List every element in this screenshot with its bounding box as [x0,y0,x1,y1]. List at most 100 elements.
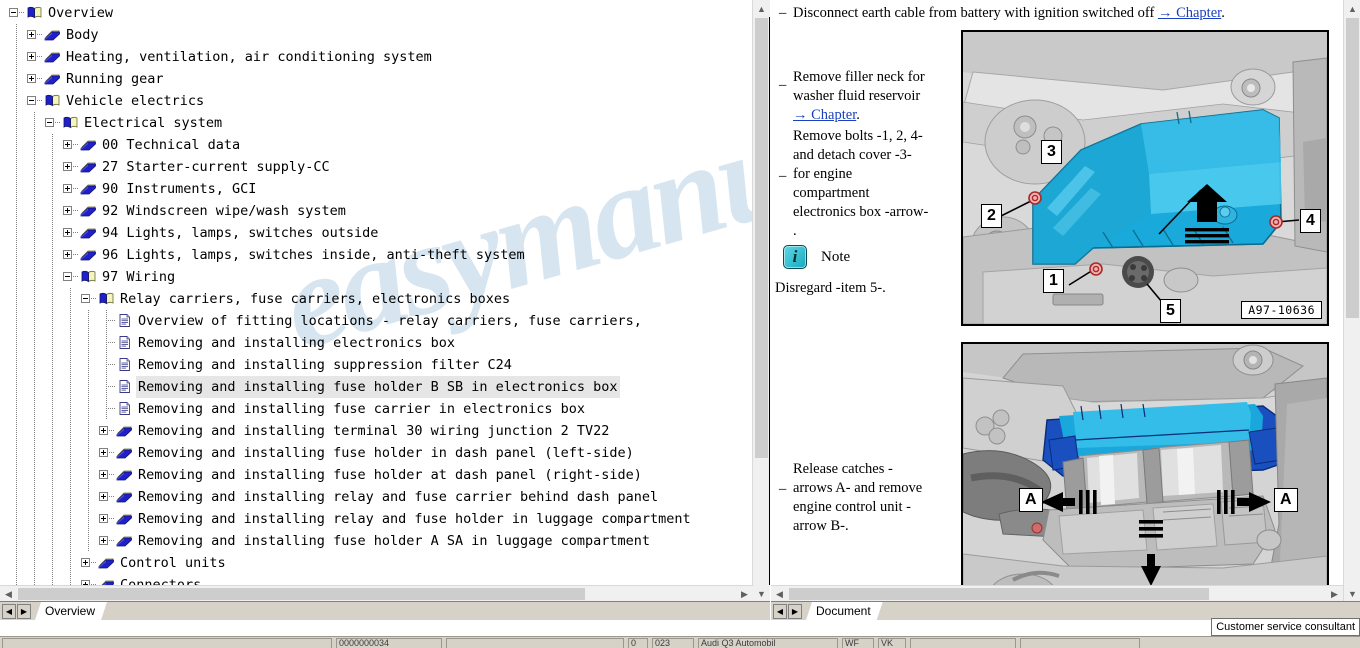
tree-item[interactable]: 94 Lights, lamps, switches outside [0,222,753,244]
tree-item[interactable]: Removing and installing relay and fuse h… [0,508,753,530]
step-2-text-after: . [856,107,860,123]
tree-toggle-collapse[interactable] [44,112,62,134]
tree-guide-line [8,464,26,486]
doc-hscroll-thumb[interactable] [789,588,1209,600]
tree-guide-line [26,442,44,464]
tree-guide-line [8,134,26,156]
tree-item-label: Removing and installing fuse carrier in … [138,401,586,417]
doc-scroll-left-icon[interactable]: ◀ [771,586,788,602]
tree-item[interactable]: Removing and installing terminal 30 wiri… [0,420,753,442]
tree-item[interactable]: Removing and installing fuse holder at d… [0,464,753,486]
tree-item[interactable]: Removing and installing relay and fuse c… [0,486,753,508]
document-horizontal-scrollbar[interactable]: ◀ ▶ [771,585,1343,602]
tree-list[interactable]: Overview Body Heating, ventilation, air co… [0,2,753,602]
tree-item-label: Removing and installing suppression filt… [138,357,512,373]
tree-guide-line [80,486,98,508]
tree-toggle-expand[interactable] [62,178,80,200]
tree-viewport[interactable]: easymanuals.co.uk Overview Body Heating, v… [0,0,753,602]
tree-horizontal-scrollbar[interactable]: ◀ ▶ [0,585,753,602]
doc-scroll-right-icon[interactable]: ▶ [1326,586,1343,602]
tree-item[interactable]: 96 Lights, lamps, switches inside, anti-… [0,244,753,266]
tree-toggle-collapse[interactable] [8,2,26,24]
tree-item[interactable]: 90 Instruments, GCI [0,178,753,200]
tree-item[interactable]: Heating, ventilation, air conditioning s… [0,46,753,68]
document-tab-nav[interactable]: ◀ ▶ [771,603,803,619]
doc-tab-next-icon[interactable]: ▶ [788,603,802,619]
tree-toggle-expand[interactable] [98,442,116,464]
tree-toggle-expand[interactable] [62,200,80,222]
tree-item[interactable]: Removing and installing electronics box [0,332,753,354]
tree-toggle-expand[interactable] [98,464,116,486]
tree-item[interactable]: Removing and installing suppression filt… [0,354,753,376]
tree-guide-line [44,222,62,244]
figure-engine-control-unit[interactable]: A A B A97-10638 [961,342,1329,602]
figure-engine-bay-cover[interactable]: 1 2 3 4 5 A97-10636 [961,30,1329,326]
tree-item[interactable]: Overview of fitting locations - relay ca… [0,310,753,332]
tree-item[interactable]: Overview [0,2,753,24]
doc-scroll-down-icon[interactable]: ▼ [1344,585,1360,602]
status-cell-0 [2,638,332,648]
tree-toggle-expand[interactable] [80,552,98,574]
doc-scroll-up-icon[interactable]: ▲ [1344,0,1360,17]
chapter-link-1[interactable]: → Chapter [1158,5,1221,21]
tree-hscroll-thumb[interactable] [18,588,585,600]
tree-item[interactable]: Control units [0,552,753,574]
tree-toggle-expand[interactable] [62,244,80,266]
figure-1-callout-4: 4 [1300,209,1321,233]
tree-item[interactable]: Vehicle electrics [0,90,753,112]
doc-tab-prev-icon[interactable]: ◀ [773,603,787,619]
tree-item[interactable]: Running gear [0,68,753,90]
tree-toggle-expand[interactable] [62,222,80,244]
tree-item[interactable]: 00 Technical data [0,134,753,156]
tree-item[interactable]: Body [0,24,753,46]
tree-toggle-expand[interactable] [98,486,116,508]
tree-item-label: 96 Lights, lamps, switches inside, anti-… [102,247,525,263]
tree-guide-line [8,288,26,310]
tree-item-label: 90 Instruments, GCI [102,181,257,197]
tree-toggle-expand[interactable] [98,530,116,552]
tab-overview[interactable]: Overview [35,602,107,620]
tree-toggle-expand[interactable] [62,156,80,178]
tree-item[interactable]: Removing and installing fuse holder B SB… [0,376,753,398]
tab-document[interactable]: Document [806,602,883,620]
doc-vscroll-thumb[interactable] [1346,18,1359,318]
tree-toggle-expand[interactable] [26,46,44,68]
tree-item[interactable]: 27 Starter-current supply-CC [0,156,753,178]
chapter-link-2[interactable]: → Chapter [793,107,856,123]
tree-toggle-expand[interactable] [26,24,44,46]
tree-toggle-expand[interactable] [98,420,116,442]
scroll-right-icon[interactable]: ▶ [736,586,753,602]
scroll-up-icon[interactable]: ▲ [753,0,770,17]
scroll-left-icon[interactable]: ◀ [0,586,17,602]
tree-guide-line [44,420,62,442]
step-4-line-3: engine control unit - [793,499,911,515]
tab-next-icon[interactable]: ▶ [17,603,31,619]
tree-leaf-connector [98,354,116,376]
tree-item[interactable]: Removing and installing fuse holder in d… [0,442,753,464]
tree-toggle-expand[interactable] [98,508,116,530]
tree-item[interactable]: Removing and installing fuse carrier in … [0,398,753,420]
tree-toggle-collapse[interactable] [62,266,80,288]
tree-toggle-collapse[interactable] [80,288,98,310]
tree-item[interactable]: Relay carriers, fuse carriers, electroni… [0,288,753,310]
scroll-down-icon[interactable]: ▼ [753,585,770,602]
tree-vertical-scrollbar[interactable]: ▲ ▼ [752,0,770,602]
tree-guide-line [62,310,80,332]
tree-item[interactable]: 92 Windscreen wipe/wash system [0,200,753,222]
tree-toggle-collapse[interactable] [26,90,44,112]
tree-toggle-expand[interactable] [62,134,80,156]
tree-item[interactable]: Electrical system [0,112,753,134]
document-vertical-scrollbar[interactable]: ▲ ▼ [1343,0,1360,602]
document-viewport[interactable]: – Disconnect earth cable from battery wi… [771,0,1343,602]
figure-1-callout-5: 5 [1160,299,1181,323]
tab-prev-icon[interactable]: ◀ [2,603,16,619]
tree-guide-line [44,266,62,288]
tree-item[interactable]: 97 Wiring [0,266,753,288]
tree-item[interactable]: Removing and installing fuse holder A SA… [0,530,753,552]
tree-toggle-expand[interactable] [26,68,44,90]
tree-tab-nav[interactable]: ◀ ▶ [0,603,32,619]
tree-vscroll-thumb[interactable] [755,18,768,458]
